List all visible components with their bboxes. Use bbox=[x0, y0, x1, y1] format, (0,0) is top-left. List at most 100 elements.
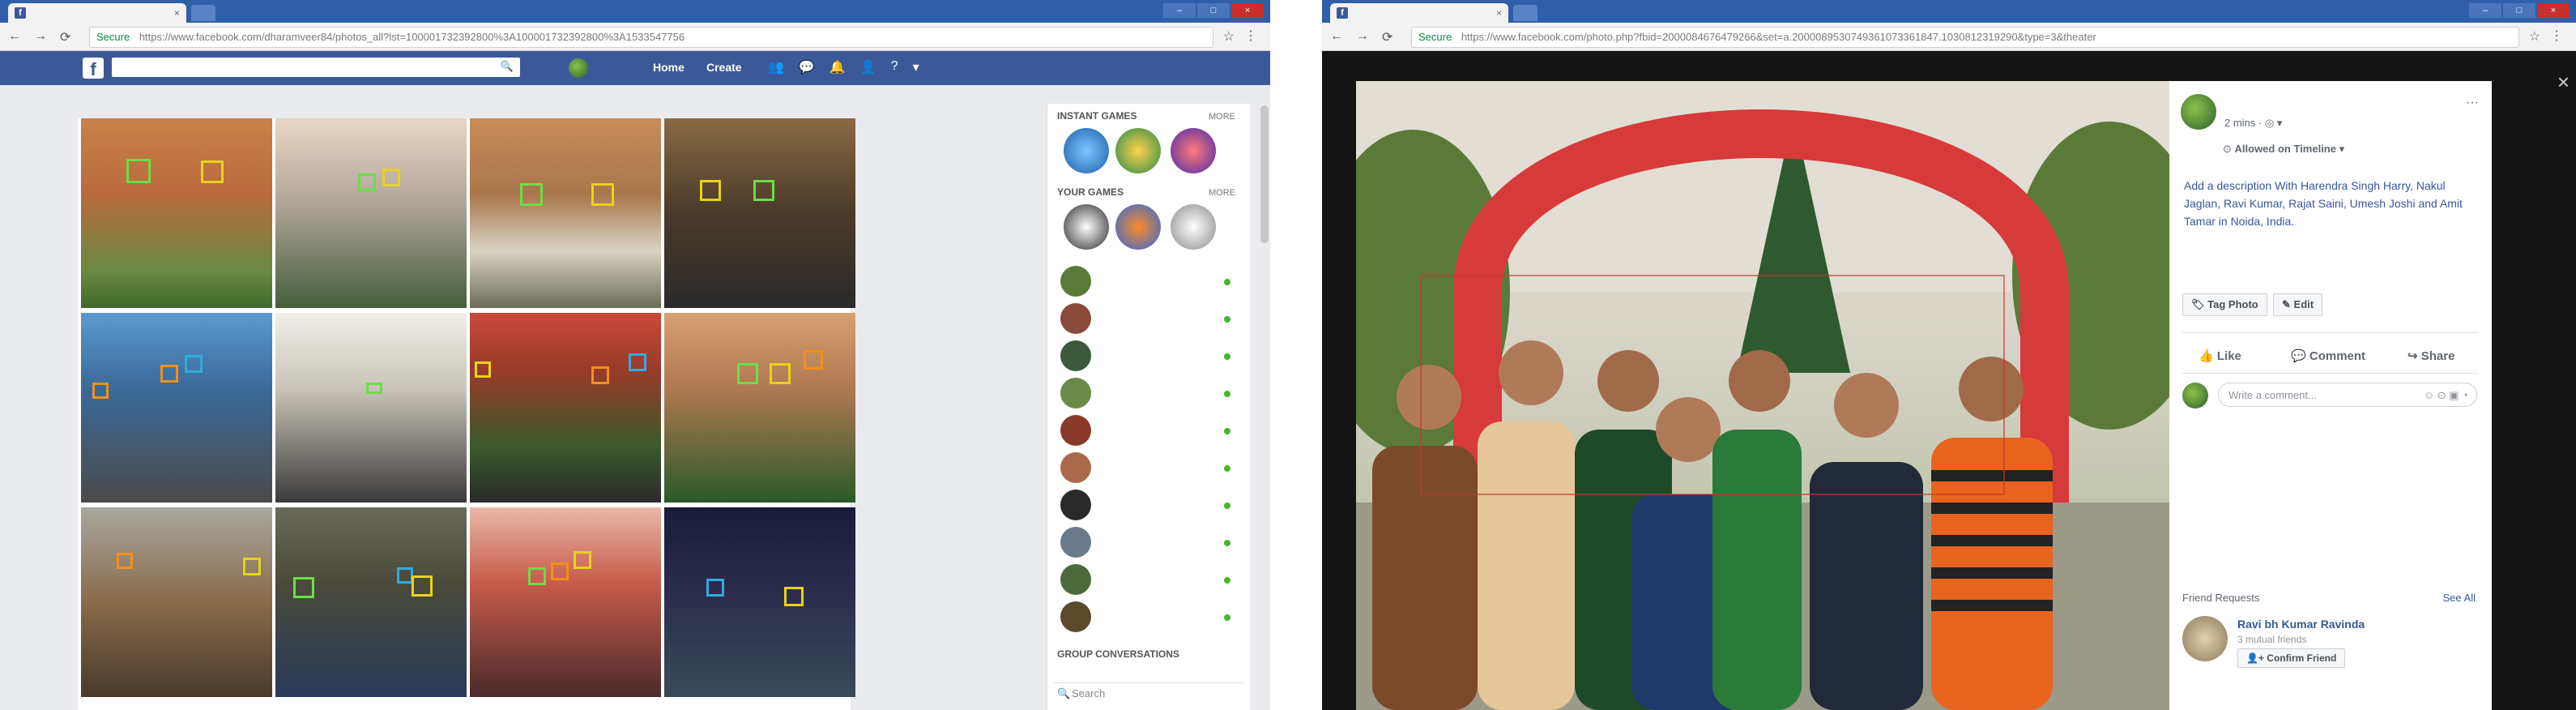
photo-thumbnail[interactable] bbox=[664, 507, 855, 697]
comment-input[interactable]: Write a comment... ☺ ⊙ ▣ ◔ bbox=[2218, 383, 2477, 407]
browser-menu-icon[interactable]: ⋮ bbox=[2550, 28, 2563, 44]
contact-avatar[interactable] bbox=[1060, 415, 1091, 446]
photo-thumbnail[interactable] bbox=[81, 313, 272, 503]
scrollbar[interactable] bbox=[1260, 105, 1269, 243]
new-tab-button[interactable] bbox=[191, 5, 215, 21]
photo-thumbnail[interactable] bbox=[470, 507, 661, 697]
bookmark-star-icon[interactable]: ☆ bbox=[1223, 28, 1235, 45]
close-window-icon[interactable]: × bbox=[1231, 3, 1264, 18]
game-icon[interactable] bbox=[1171, 128, 1216, 173]
face-box bbox=[366, 383, 382, 394]
tag-photo-button[interactable]: 🏷 Tag Photo bbox=[2182, 293, 2267, 316]
share-button[interactable]: ↪ Share bbox=[2408, 349, 2454, 363]
your-games-more-link[interactable]: MORE bbox=[1209, 188, 1235, 198]
photo-thumbnail[interactable] bbox=[664, 313, 855, 503]
facebook-favicon-icon: f bbox=[1337, 7, 1348, 19]
maximize-icon[interactable]: □ bbox=[1197, 3, 1230, 18]
forward-icon[interactable]: → bbox=[1356, 29, 1369, 44]
photo-thumbnail[interactable] bbox=[664, 118, 855, 308]
friend-request-avatar[interactable] bbox=[2182, 616, 2228, 661]
close-tab-icon[interactable]: × bbox=[174, 3, 180, 23]
maximize-icon[interactable]: □ bbox=[2503, 3, 2535, 18]
minimize-icon[interactable]: – bbox=[2469, 3, 2501, 18]
account-menu-chevron-icon[interactable]: ▾ bbox=[913, 59, 919, 75]
more-options-icon[interactable]: ··· bbox=[2466, 96, 2479, 110]
reload-icon[interactable]: ⟳ bbox=[60, 29, 70, 45]
face-box bbox=[591, 366, 609, 384]
back-icon[interactable]: ← bbox=[8, 29, 21, 44]
back-icon[interactable]: ← bbox=[1330, 29, 1343, 44]
contact-avatar[interactable] bbox=[1060, 527, 1091, 558]
instant-games-more-link[interactable]: MORE bbox=[1209, 112, 1235, 122]
friend-requests-icon[interactable]: 👤 bbox=[860, 59, 876, 75]
see-all-link[interactable]: See All bbox=[2443, 592, 2476, 604]
browser-tab[interactable]: f × bbox=[1330, 3, 1508, 23]
chess-game-icon[interactable] bbox=[1171, 204, 1216, 250]
face-box bbox=[92, 383, 109, 399]
contact-avatar[interactable] bbox=[1060, 601, 1091, 632]
new-tab-button[interactable] bbox=[1513, 5, 1537, 21]
post-time[interactable]: 2 mins · ◎ ▾ bbox=[2224, 117, 2282, 130]
close-window-icon[interactable]: × bbox=[2537, 3, 2570, 18]
reload-icon[interactable]: ⟳ bbox=[1382, 29, 1392, 45]
contact-avatar[interactable] bbox=[1060, 564, 1091, 595]
help-icon[interactable]: ? bbox=[891, 59, 898, 75]
friend-request-name[interactable]: Ravi bh Kumar Ravinda bbox=[2237, 618, 2365, 631]
facebook-search-input[interactable]: 🔍 bbox=[112, 58, 520, 77]
contact-avatar[interactable] bbox=[1060, 340, 1091, 371]
face-box bbox=[804, 350, 823, 370]
window-controls: – □ × bbox=[2469, 3, 2570, 18]
photo-description[interactable]: Add a description With Harendra Singh Ha… bbox=[2184, 177, 2482, 230]
comment-button[interactable]: 💬 Comment bbox=[2291, 349, 2365, 363]
game-icon[interactable] bbox=[1115, 128, 1161, 173]
home-link[interactable]: Home bbox=[653, 61, 685, 74]
photo-thumbnail[interactable] bbox=[275, 507, 467, 697]
profile-avatar[interactable] bbox=[569, 58, 588, 78]
contact-avatar[interactable] bbox=[1060, 490, 1091, 520]
contact-avatar[interactable] bbox=[1060, 452, 1091, 483]
left-browser-window: f × – □ × ← → ⟳ Secure https://www.faceb… bbox=[0, 0, 1270, 710]
forward-icon[interactable]: → bbox=[34, 29, 47, 44]
close-tab-icon[interactable]: × bbox=[1496, 3, 1502, 23]
theater-photo[interactable] bbox=[1356, 81, 2169, 710]
tab-bar: f × – □ × bbox=[0, 0, 1270, 23]
8-ball-pool-game-icon[interactable] bbox=[1064, 204, 1109, 250]
thumbs-up-icon: 👍 bbox=[2199, 349, 2214, 363]
like-button[interactable]: 👍 Like bbox=[2199, 349, 2241, 363]
photo-thumbnail[interactable] bbox=[275, 313, 467, 503]
photo-thumbnail[interactable] bbox=[470, 118, 661, 308]
face-box bbox=[358, 173, 376, 191]
facebook-logo-icon[interactable]: f bbox=[83, 58, 104, 79]
close-theater-icon[interactable]: × bbox=[2557, 70, 2570, 95]
contact-avatar[interactable] bbox=[1060, 378, 1091, 408]
photo-thumbnail[interactable] bbox=[81, 507, 272, 697]
edit-button[interactable]: ✎ Edit bbox=[2273, 293, 2323, 316]
emoji-icons[interactable]: ☺ ⊙ ▣ ◔ bbox=[2424, 383, 2468, 408]
confirm-friend-button[interactable]: 👤+ Confirm Friend bbox=[2237, 648, 2346, 668]
contact-avatar[interactable] bbox=[1060, 303, 1091, 334]
address-bar: ← → ⟳ Secure https://www.facebook.com/dh… bbox=[0, 23, 1270, 51]
photo-thumbnail[interactable] bbox=[470, 313, 661, 503]
face-box bbox=[737, 363, 758, 384]
online-indicator bbox=[1224, 279, 1230, 285]
url-field[interactable]: Secure https://www.facebook.com/photo.ph… bbox=[1411, 27, 2519, 48]
browser-tab[interactable]: f × bbox=[8, 3, 186, 23]
browser-menu-icon[interactable]: ⋮ bbox=[1244, 28, 1257, 44]
timeline-setting[interactable]: ⊙ Allowed on Timeline ▾ bbox=[2223, 143, 2344, 156]
game-icon[interactable] bbox=[1115, 204, 1161, 250]
minimize-icon[interactable]: – bbox=[1163, 3, 1196, 18]
search-icon[interactable]: 🔍 bbox=[501, 60, 514, 73]
messenger-icon[interactable]: 💬 bbox=[799, 59, 815, 75]
contact-avatar[interactable] bbox=[1060, 266, 1091, 297]
poster-avatar[interactable] bbox=[2181, 94, 2216, 130]
bookmark-star-icon[interactable]: ☆ bbox=[2529, 28, 2540, 45]
friends-icon[interactable]: 👥 bbox=[768, 59, 784, 75]
chat-search-input[interactable]: 🔍 Search bbox=[1054, 682, 1243, 704]
url-field[interactable]: Secure https://www.facebook.com/dharamve… bbox=[89, 27, 1213, 48]
game-icon[interactable] bbox=[1064, 128, 1109, 173]
create-link[interactable]: Create bbox=[706, 61, 742, 74]
notifications-icon[interactable]: 🔔 bbox=[830, 59, 846, 75]
online-indicator bbox=[1224, 465, 1230, 472]
photo-thumbnail[interactable] bbox=[81, 118, 272, 308]
photo-thumbnail[interactable] bbox=[275, 118, 467, 308]
